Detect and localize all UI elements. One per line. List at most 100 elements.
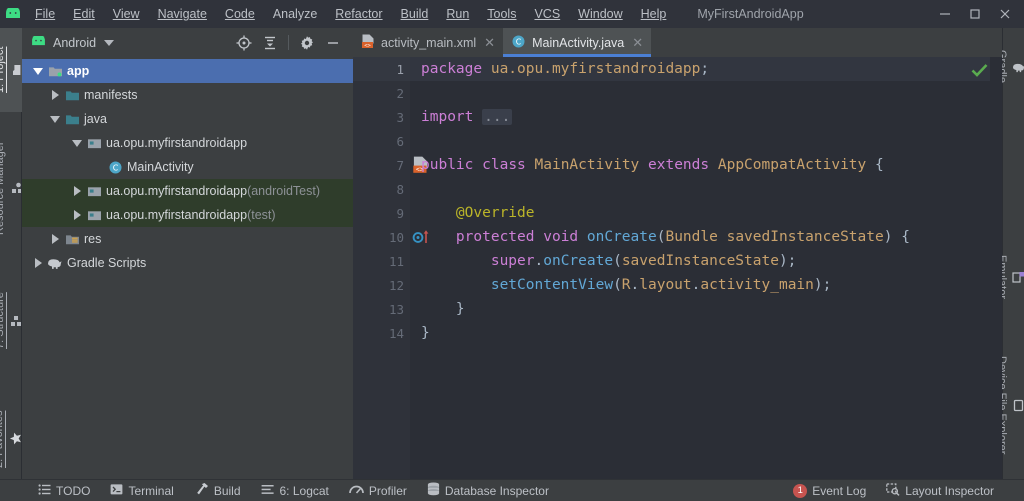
- tab-activity-main-xml[interactable]: <> activity_main.xml ✕: [353, 28, 503, 57]
- window-title: MyFirstAndroidApp: [697, 7, 804, 21]
- chevron-expanded-icon[interactable]: [47, 115, 63, 123]
- chevron-collapsed-icon[interactable]: [47, 234, 63, 244]
- sidebar-item-favorites[interactable]: 2: Favorites: [0, 384, 22, 494]
- code-editor[interactable]: 1 2 3 6 7 <> 8 9 10 11 12 13 14 package …: [353, 57, 1002, 479]
- menu-navigate[interactable]: Navigate: [149, 0, 216, 28]
- gutter-line: 13: [353, 297, 410, 321]
- gutter-line: 11: [353, 249, 410, 273]
- tree-item-java[interactable]: java: [22, 107, 353, 131]
- chevron-collapsed-icon[interactable]: [30, 258, 46, 268]
- menu-window[interactable]: Window: [569, 0, 631, 28]
- status-item-build[interactable]: Build: [184, 480, 251, 501]
- sidebar-item-device-file-explorer[interactable]: Device File Explorer: [996, 330, 1024, 480]
- sidebar-item-resource-manager[interactable]: Resource Manager: [0, 118, 22, 258]
- inspection-ok-check-icon[interactable]: [971, 63, 988, 83]
- menu-edit[interactable]: Edit: [64, 0, 104, 28]
- tree-item-mainactivity-label: MainActivity: [127, 160, 194, 174]
- menu-build[interactable]: Build: [392, 0, 438, 28]
- status-item-build-label: Build: [213, 483, 241, 498]
- locate-target-icon[interactable]: [232, 31, 256, 55]
- gear-icon[interactable]: [295, 31, 319, 55]
- status-item-profiler[interactable]: Profiler: [339, 480, 417, 501]
- code-line[interactable]: @Override: [410, 201, 1002, 225]
- gutter-line: 3: [353, 105, 410, 129]
- chevron-collapsed-icon[interactable]: [69, 186, 85, 196]
- maximize-icon[interactable]: [960, 0, 990, 28]
- menu-refactor[interactable]: Refactor: [326, 0, 391, 28]
- status-item-terminal[interactable]: Terminal: [100, 480, 183, 501]
- close-icon[interactable]: ✕: [632, 35, 643, 51]
- code-token: R: [621, 277, 631, 293]
- tab-mainactivity-java[interactable]: C MainActivity.java ✕: [503, 28, 652, 57]
- menu-vcs[interactable]: VCS: [525, 0, 569, 28]
- line-number: 14: [388, 325, 404, 341]
- tree-item-package-test[interactable]: ua.opu.myfirstandroidapp (test): [22, 203, 353, 227]
- code-line[interactable]: package ua.opu.myfirstandroidapp;: [410, 57, 1002, 81]
- menu-file[interactable]: File: [26, 0, 64, 28]
- tree-item-app[interactable]: app: [22, 59, 353, 83]
- gradle-elephant-icon: [1012, 62, 1024, 73]
- sidebar-item-project[interactable]: 1: Project: [0, 28, 22, 112]
- chevron-collapsed-icon[interactable]: [69, 210, 85, 220]
- project-tree: app manifests java ua.opu.myfirstandroid…: [22, 57, 353, 479]
- code-token: setContentView: [490, 277, 614, 293]
- chevron-down-icon[interactable]: [104, 39, 115, 46]
- code-line[interactable]: public class MainActivity extends AppCom…: [410, 153, 1002, 177]
- code-line[interactable]: protected void onCreate(Bundle savedInst…: [410, 225, 1002, 249]
- editor-vertical-scrollbar[interactable]: [990, 57, 1002, 479]
- code-line[interactable]: import ...: [410, 105, 1002, 129]
- code-line[interactable]: }: [410, 321, 1002, 345]
- menu-code[interactable]: Code: [216, 0, 264, 28]
- code-line[interactable]: }: [410, 297, 1002, 321]
- hide-panel-minimize-icon[interactable]: [321, 31, 345, 55]
- chevron-expanded-icon[interactable]: [30, 67, 46, 75]
- menu-edit-label: Edit: [73, 7, 95, 21]
- menu-run-label: Run: [446, 7, 470, 21]
- android-logo-icon: [0, 0, 26, 28]
- menu-help[interactable]: Help: [632, 0, 676, 28]
- status-item-terminal-label: Terminal: [128, 483, 174, 498]
- status-item-logcat[interactable]: 6: Logcat: [251, 480, 339, 501]
- sidebar-item-structure[interactable]: 7: Structure: [0, 266, 22, 376]
- emulator-icon: [1012, 271, 1024, 284]
- chevron-expanded-icon[interactable]: [69, 139, 85, 147]
- event-log-badge: 1: [793, 483, 808, 498]
- sidebar-item-emulator[interactable]: Emulator: [996, 232, 1024, 322]
- code-line[interactable]: setContentView(R.layout.activity_main);: [410, 273, 1002, 297]
- close-icon[interactable]: ✕: [484, 35, 495, 51]
- tree-item-res[interactable]: res: [22, 227, 353, 251]
- status-item-event-log[interactable]: 1 Event Log: [783, 480, 876, 501]
- code-line[interactable]: [410, 129, 1002, 153]
- menu-run[interactable]: Run: [437, 0, 478, 28]
- sidebar-item-gradle[interactable]: Gradle: [996, 30, 1024, 104]
- tree-item-manifests[interactable]: manifests: [22, 83, 353, 107]
- code-token: {: [866, 157, 884, 173]
- code-token: ...: [482, 109, 513, 125]
- status-item-layout-inspector[interactable]: Layout Inspector: [876, 480, 1024, 501]
- status-item-todo[interactable]: TODO: [28, 480, 100, 501]
- code-line[interactable]: [410, 81, 1002, 105]
- code-line[interactable]: [410, 177, 1002, 201]
- code-lines[interactable]: package ua.opu.myfirstandroidapp; import…: [410, 57, 1002, 479]
- code-line[interactable]: super.onCreate(savedInstanceState);: [410, 249, 1002, 273]
- tree-item-package-main[interactable]: ua.opu.myfirstandroidapp: [22, 131, 353, 155]
- tree-item-package-main-label: ua.opu.myfirstandroidapp: [106, 136, 248, 150]
- right-tool-strip: Gradle Emulator Device File Explorer: [996, 28, 1024, 480]
- code-token: layout: [639, 277, 692, 293]
- status-item-database-inspector[interactable]: Database Inspector: [417, 480, 559, 501]
- code-token: }: [455, 301, 465, 317]
- collapse-all-icon[interactable]: [258, 31, 282, 55]
- menu-analyze[interactable]: Analyze: [264, 0, 326, 28]
- chevron-collapsed-icon[interactable]: [47, 90, 63, 100]
- tree-item-package-androidtest[interactable]: ua.opu.myfirstandroidapp (androidTest): [22, 179, 353, 203]
- tree-item-gradle-scripts[interactable]: Gradle Scripts: [22, 251, 353, 275]
- tree-item-mainactivity[interactable]: C MainActivity: [22, 155, 353, 179]
- menu-tools[interactable]: Tools: [478, 0, 525, 28]
- close-icon[interactable]: [990, 0, 1020, 28]
- minimize-icon[interactable]: [930, 0, 960, 28]
- project-panel-header: Android: [22, 28, 353, 57]
- menu-view[interactable]: View: [104, 0, 149, 28]
- menu-tools-label: Tools: [487, 7, 517, 21]
